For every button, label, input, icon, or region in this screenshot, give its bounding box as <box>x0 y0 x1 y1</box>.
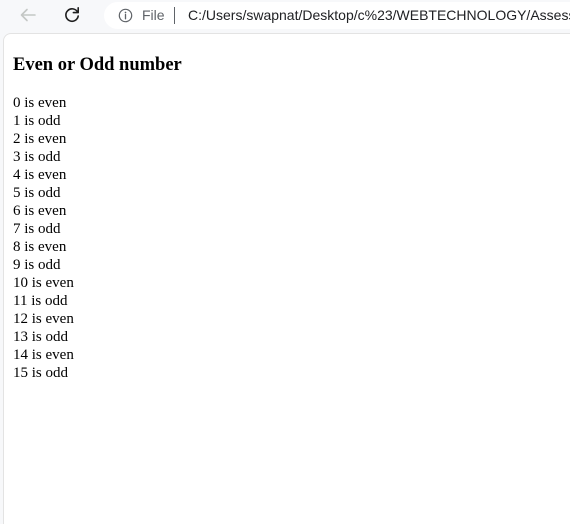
result-line: 14 is even <box>13 347 74 363</box>
reload-button[interactable] <box>60 3 84 27</box>
result-line: 8 is even <box>13 239 67 255</box>
page-title: Even or Odd number <box>13 55 182 75</box>
url-text[interactable]: C:/Users/swapnat/Desktop/c%23/WEBTECHNOL… <box>188 7 570 24</box>
result-line: 3 is odd <box>13 149 61 165</box>
result-line: 11 is odd <box>13 293 68 309</box>
reload-icon <box>65 7 79 22</box>
back-arrow-icon <box>20 8 36 22</box>
result-line: 4 is even <box>13 167 67 183</box>
result-line: 7 is odd <box>13 221 61 237</box>
page-viewport: Even or Odd number 0 is even 1 is odd 2 … <box>3 33 570 524</box>
result-line: 5 is odd <box>13 185 61 201</box>
result-list: 0 is even 1 is odd 2 is even 3 is odd 4 … <box>13 94 182 382</box>
result-line: 15 is odd <box>13 365 69 381</box>
result-line: 2 is even <box>13 131 67 147</box>
address-bar[interactable]: File C:/Users/swapnat/Desktop/c%23/WEBTE… <box>104 2 570 29</box>
result-line: 12 is even <box>13 311 74 327</box>
result-line: 0 is even <box>13 95 67 111</box>
browser-toolbar: File C:/Users/swapnat/Desktop/c%23/WEBTE… <box>0 0 570 31</box>
scheme-label: File <box>142 7 165 23</box>
result-line: 6 is even <box>13 203 67 219</box>
result-line: 10 is even <box>13 275 74 291</box>
info-icon[interactable] <box>118 8 133 23</box>
result-line: 13 is odd <box>13 329 69 345</box>
result-line: 9 is odd <box>13 257 61 273</box>
result-line: 1 is odd <box>13 113 61 129</box>
address-divider <box>174 7 175 24</box>
page-content: Even or Odd number 0 is even 1 is odd 2 … <box>13 34 182 382</box>
back-button[interactable] <box>16 3 40 27</box>
